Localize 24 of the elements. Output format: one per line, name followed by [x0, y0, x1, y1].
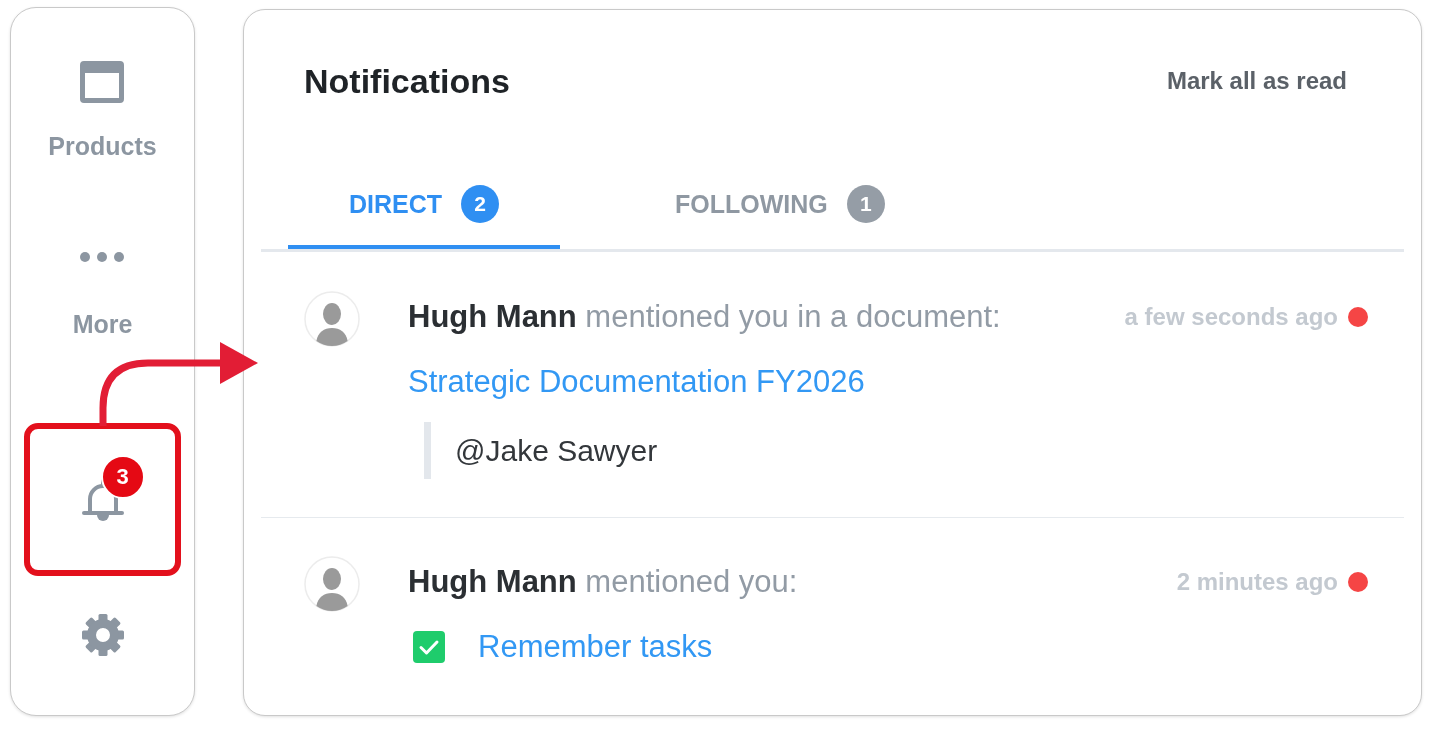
notification-message: Hugh Mann mentioned you in a document:: [408, 299, 1002, 335]
document-link[interactable]: Strategic Documentation FY2026: [408, 362, 865, 402]
settings-button[interactable]: [80, 613, 125, 657]
tab[interactable]: FOLLOWING 1: [614, 159, 946, 249]
products-button[interactable]: Products: [48, 61, 157, 161]
mark-all-read-button[interactable]: Mark all as read: [1166, 67, 1347, 95]
count-badge: 3: [100, 454, 145, 499]
panel-title: Notifications: [304, 61, 510, 101]
count-badge: 1: [846, 185, 885, 223]
notification-message: Hugh Mann mentioned you:: [408, 564, 799, 600]
more-button[interactable]: More: [72, 252, 133, 339]
avatar-icon: [304, 556, 360, 612]
gear-icon: [80, 613, 125, 657]
timestamp: 2 minutes ago: [1176, 568, 1338, 596]
task-checkbox[interactable]: [413, 631, 445, 663]
count-badge: 2: [461, 185, 500, 223]
tab[interactable]: DIRECT 2: [288, 159, 561, 249]
task-link[interactable]: Remember tasks: [478, 627, 713, 667]
ellipsis-icon: [80, 252, 125, 262]
notifications-button[interactable]: 3: [60, 454, 145, 545]
avatar-icon: [304, 291, 360, 347]
timestamp: a few seconds ago: [1124, 303, 1338, 331]
mention-quote: @Jake Sawyer: [424, 422, 658, 479]
window-icon: [80, 61, 125, 103]
